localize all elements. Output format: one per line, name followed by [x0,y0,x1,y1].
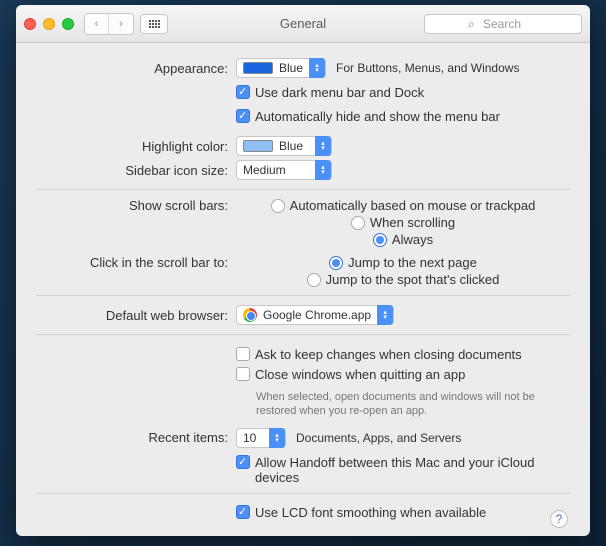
sidebar-icon-value: Medium [243,163,286,177]
help-button[interactable]: ? [550,510,568,528]
separator [36,493,570,494]
radio[interactable] [271,199,285,213]
checkbox[interactable] [236,109,250,123]
radio-label: Automatically based on mouse or trackpad [290,198,536,213]
chevron-updown-icon: ▴▾ [269,428,285,448]
checkbox-label: Allow Handoff between this Mac and your … [255,455,570,485]
chevron-updown-icon: ▴▾ [309,58,325,78]
checkbox-label: Automatically hide and show the menu bar [255,109,500,124]
appearance-label: Appearance: [36,61,236,76]
recent-label: Recent items: [36,430,236,445]
highlight-label: Highlight color: [36,139,236,154]
checkbox-label: Close windows when quitting an app [255,367,465,382]
search-input[interactable] [424,14,582,34]
chevron-updown-icon: ▴▾ [315,160,331,180]
preferences-window: ‹ › General ⌕ Appearance: Blue ▴▾ For Bu… [16,5,590,536]
radio[interactable] [329,256,343,270]
checkbox[interactable] [236,347,250,361]
sidebar-icon-label: Sidebar icon size: [36,163,236,178]
radio[interactable] [307,273,321,287]
radio-label: Jump to the next page [348,255,477,270]
separator [36,189,570,190]
radio-label: When scrolling [370,215,455,230]
grid-icon [149,20,160,28]
show-all-button[interactable] [140,14,168,34]
blue-swatch-icon [243,62,273,74]
separator [36,334,570,335]
click-spot-radio[interactable]: Jump to the spot that's clicked [307,272,500,287]
chevron-updown-icon: ▴▾ [315,136,331,156]
close-windows-checkbox[interactable]: Close windows when quitting an app [236,367,465,382]
dark-menu-checkbox[interactable]: Use dark menu bar and Dock [236,85,424,100]
appearance-hint: For Buttons, Menus, and Windows [336,61,519,75]
radio-label: Jump to the spot that's clicked [326,272,500,287]
window-title: General [280,16,326,31]
chrome-icon [243,308,257,322]
search-wrap: ⌕ [424,14,582,34]
browser-label: Default web browser: [36,308,236,323]
recent-value: 10 [243,431,256,445]
chevron-updown-icon: ▴▾ [377,305,393,325]
auto-hide-menubar-checkbox[interactable]: Automatically hide and show the menu bar [236,109,500,124]
recent-hint: Documents, Apps, and Servers [296,431,461,445]
close-button[interactable] [24,18,36,30]
checkbox-label: Ask to keep changes when closing documen… [255,347,522,362]
recent-select[interactable]: 10 ▴▾ [236,428,286,448]
content: Appearance: Blue ▴▾ For Buttons, Menus, … [16,43,590,536]
sidebar-icon-select[interactable]: Medium ▴▾ [236,160,332,180]
close-windows-note: When selected, open documents and window… [256,390,570,419]
traffic-lights [24,18,74,30]
forward-button[interactable]: › [109,14,133,34]
highlight-value: Blue [279,139,303,153]
scroll-always-radio[interactable]: Always [373,232,433,247]
highlight-select[interactable]: Blue ▴▾ [236,136,332,156]
separator [36,295,570,296]
blue-swatch-icon [243,140,273,152]
browser-value: Google Chrome.app [263,308,371,322]
scroll-auto-radio[interactable]: Automatically based on mouse or trackpad [271,198,536,213]
browser-select[interactable]: Google Chrome.app ▴▾ [236,305,394,325]
nav-buttons: ‹ › [84,13,134,35]
ask-keep-checkbox[interactable]: Ask to keep changes when closing documen… [236,347,522,362]
appearance-select[interactable]: Blue ▴▾ [236,58,326,78]
handoff-checkbox[interactable]: Allow Handoff between this Mac and your … [236,455,570,485]
scroll-when-radio[interactable]: When scrolling [351,215,455,230]
minimize-button[interactable] [43,18,55,30]
titlebar: ‹ › General ⌕ [16,5,590,43]
radio[interactable] [373,233,387,247]
click-scroll-label: Click in the scroll bar to: [36,255,236,270]
checkbox-label: Use dark menu bar and Dock [255,85,424,100]
appearance-value: Blue [279,61,303,75]
checkbox[interactable] [236,85,250,99]
checkbox[interactable] [236,367,250,381]
scrollbars-label: Show scroll bars: [36,198,236,213]
checkbox[interactable] [236,455,250,469]
back-button[interactable]: ‹ [85,14,109,34]
radio[interactable] [351,216,365,230]
click-next-page-radio[interactable]: Jump to the next page [329,255,477,270]
checkbox-label: Use LCD font smoothing when available [255,505,486,520]
lcd-smoothing-checkbox[interactable]: Use LCD font smoothing when available [236,505,486,520]
radio-label: Always [392,232,433,247]
checkbox[interactable] [236,505,250,519]
zoom-button[interactable] [62,18,74,30]
